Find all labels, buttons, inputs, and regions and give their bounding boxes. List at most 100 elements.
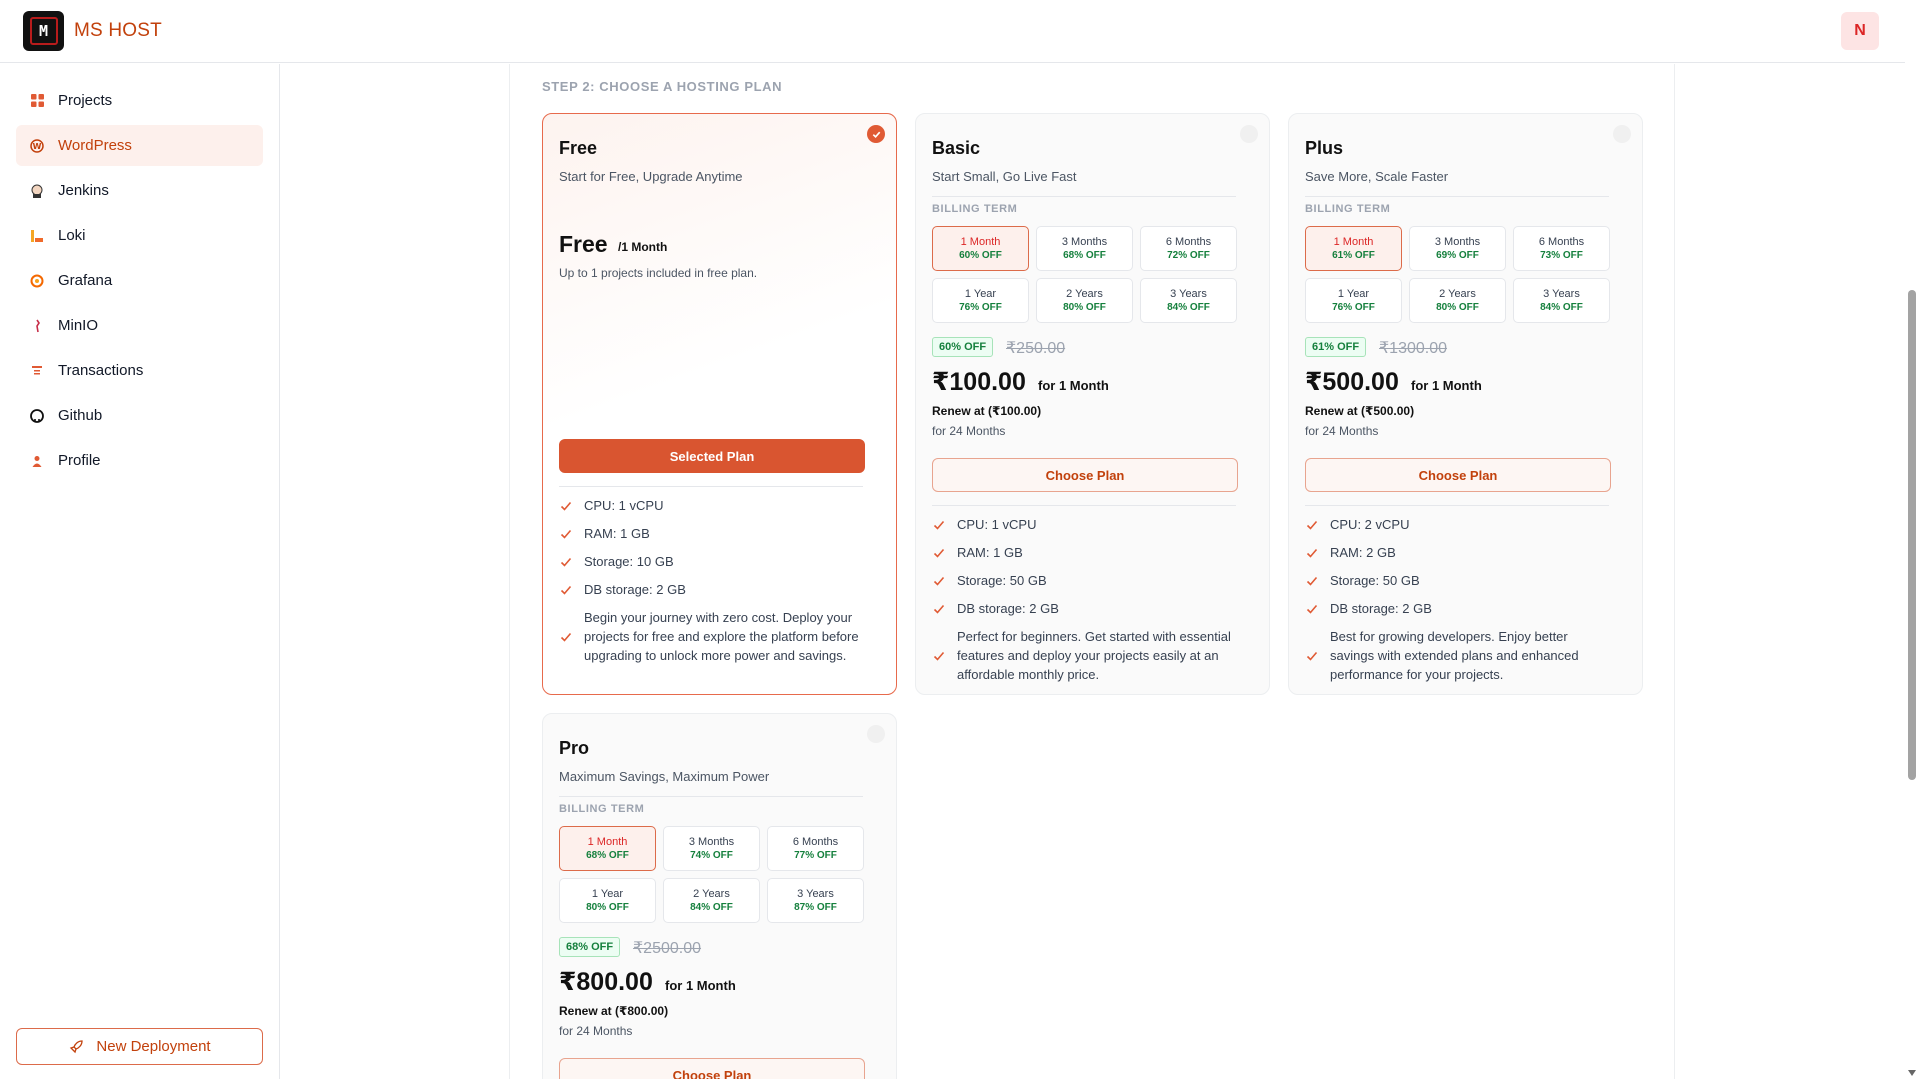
term-option-1-year[interactable]: 1 Year 76% OFF	[932, 278, 1029, 323]
renew-term: for 24 Months	[932, 424, 1006, 438]
term-option-3-months[interactable]: 3 Months 68% OFF	[1036, 226, 1133, 271]
plan-tagline: Maximum Savings, Maximum Power	[559, 769, 770, 784]
plan-note: Up to 1 projects included in free plan.	[559, 266, 758, 280]
term-option-3-years[interactable]: 3 Years 87% OFF	[767, 878, 864, 923]
feature-description: Perfect for beginners. Get started with …	[932, 627, 1238, 684]
plan-tagline: Start for Free, Upgrade Anytime	[559, 169, 743, 184]
user-avatar[interactable]: N	[1841, 12, 1879, 50]
radio-unselected[interactable]	[1240, 125, 1258, 143]
term-label: 1 Month	[960, 235, 1001, 248]
feature-description: Best for growing developers. Enjoy bette…	[1305, 627, 1611, 684]
sidebar-item-label: Github	[58, 407, 103, 424]
feature-list: CPU: 1 vCPU RAM: 1 GB Storage: 50 GB DB …	[932, 515, 1238, 693]
plan-period: for 1 Month	[665, 978, 736, 993]
brand-name[interactable]: MS HOST	[74, 20, 162, 42]
term-discount: 80% OFF	[1436, 301, 1479, 313]
check-icon	[1305, 574, 1319, 588]
feature-text: CPU: 1 vCPU	[957, 517, 1037, 532]
plan-name: Pro	[559, 738, 590, 758]
feature-description: Begin your journey with zero cost. Deplo…	[559, 608, 865, 665]
feature-item: Storage: 50 GB	[1305, 571, 1611, 590]
scroll-down-arrow-icon[interactable]	[1908, 1070, 1916, 1076]
term-option-1-year[interactable]: 1 Year 80% OFF	[559, 878, 656, 923]
check-icon	[932, 518, 946, 532]
term-option-1-month[interactable]: 1 Month 68% OFF	[559, 826, 656, 871]
term-option-3-years[interactable]: 3 Years 84% OFF	[1140, 278, 1237, 323]
new-deployment-button[interactable]: New Deployment	[16, 1028, 263, 1065]
feature-item: CPU: 1 vCPU	[932, 515, 1238, 534]
term-option-3-months[interactable]: 3 Months 69% OFF	[1409, 226, 1506, 271]
term-label: 3 Years	[1170, 287, 1207, 300]
app-logo[interactable]: M	[23, 11, 64, 51]
term-label: 6 Months	[792, 835, 839, 848]
term-option-6-months[interactable]: 6 Months 77% OFF	[767, 826, 864, 871]
sidebar-item-transactions[interactable]: Transactions	[16, 350, 263, 391]
check-icon	[1305, 602, 1319, 616]
check-icon	[1305, 649, 1319, 663]
term-discount: 69% OFF	[1436, 249, 1479, 261]
term-option-1-month[interactable]: 1 Month 60% OFF	[932, 226, 1029, 271]
feature-text: RAM: 1 GB	[957, 545, 1023, 560]
sidebar-item-label: Projects	[58, 92, 113, 109]
discount-badge: 60% OFF	[932, 337, 994, 357]
plan-tagline: Start Small, Go Live Fast	[932, 169, 1077, 184]
term-option-2-years[interactable]: 2 Years 84% OFF	[663, 878, 760, 923]
plan-card-pro[interactable]: Pro Maximum Savings, Maximum Power BILLI…	[542, 713, 897, 1079]
term-option-6-months[interactable]: 6 Months 72% OFF	[1140, 226, 1237, 271]
top-header: M MS HOST N	[0, 0, 1905, 63]
sidebar-item-profile[interactable]: Profile	[16, 440, 263, 481]
sidebar-item-loki[interactable]: Loki	[16, 215, 263, 256]
term-option-1-month[interactable]: 1 Month 61% OFF	[1305, 226, 1402, 271]
original-price: ₹1300.00	[1379, 340, 1448, 357]
selected-check-icon[interactable]	[867, 125, 885, 143]
term-option-1-year[interactable]: 1 Year 76% OFF	[1305, 278, 1402, 323]
radio-unselected[interactable]	[1613, 125, 1631, 143]
term-option-3-years[interactable]: 3 Years 84% OFF	[1513, 278, 1610, 323]
choose-plan-button[interactable]: Choose Plan	[1305, 458, 1611, 492]
term-option-6-months[interactable]: 6 Months 73% OFF	[1513, 226, 1610, 271]
sidebar: Projects W WordPress Jenkins Loki Grafan…	[0, 64, 280, 1079]
sidebar-item-grafana[interactable]: Grafana	[16, 260, 263, 301]
feature-item: RAM: 1 GB	[932, 543, 1238, 562]
term-discount: 80% OFF	[586, 901, 629, 913]
term-discount: 84% OFF	[1167, 301, 1210, 313]
term-option-2-years[interactable]: 2 Years 80% OFF	[1036, 278, 1133, 323]
feature-item: CPU: 2 vCPU	[1305, 515, 1611, 534]
sidebar-item-wordpress[interactable]: W WordPress	[16, 125, 263, 166]
divider	[1305, 505, 1609, 506]
term-option-2-years[interactable]: 2 Years 80% OFF	[1409, 278, 1506, 323]
plan-card-free[interactable]: Free Start for Free, Upgrade Anytime Fre…	[542, 113, 897, 695]
choose-plan-button[interactable]: Choose Plan	[559, 1058, 865, 1079]
sidebar-item-github[interactable]: Github	[16, 395, 263, 436]
selected-plan-button[interactable]: Selected Plan	[559, 439, 865, 473]
term-discount: 73% OFF	[1540, 249, 1583, 261]
term-label: 3 Months	[1434, 235, 1481, 248]
term-label: 2 Years	[1439, 287, 1476, 300]
term-discount: 60% OFF	[959, 249, 1002, 261]
scrollbar-thumb[interactable]	[1908, 290, 1916, 780]
step-title: STEP 2: CHOOSE A HOSTING PLAN	[542, 79, 783, 94]
term-label: 1 Year	[1337, 287, 1370, 300]
sidebar-item-minio[interactable]: MinIO	[16, 305, 263, 346]
term-label: 1 Year	[964, 287, 997, 300]
feature-text: RAM: 1 GB	[584, 526, 650, 541]
term-discount: 74% OFF	[690, 849, 733, 861]
term-label: 6 Months	[1165, 235, 1212, 248]
radio-unselected[interactable]	[867, 725, 885, 743]
term-discount: 61% OFF	[1332, 249, 1375, 261]
plan-price: ₹100.00	[932, 368, 1026, 396]
page-scrollbar[interactable]	[1905, 0, 1919, 1079]
term-option-3-months[interactable]: 3 Months 74% OFF	[663, 826, 760, 871]
feature-item: CPU: 1 vCPU	[559, 496, 865, 515]
choose-plan-button[interactable]: Choose Plan	[932, 458, 1238, 492]
plan-card-basic[interactable]: Basic Start Small, Go Live Fast BILLING …	[915, 113, 1270, 695]
plan-price: ₹800.00	[559, 968, 653, 996]
term-discount: 68% OFF	[586, 849, 629, 861]
term-discount: 84% OFF	[690, 901, 733, 913]
plan-card-plus[interactable]: Plus Save More, Scale Faster BILLING TER…	[1288, 113, 1643, 695]
sidebar-item-projects[interactable]: Projects	[16, 80, 263, 121]
renew-price: Renew at (₹100.00)	[932, 404, 1042, 418]
rocket-icon	[68, 1039, 84, 1055]
sidebar-item-jenkins[interactable]: Jenkins	[16, 170, 263, 211]
feature-text: DB storage: 2 GB	[957, 601, 1059, 616]
